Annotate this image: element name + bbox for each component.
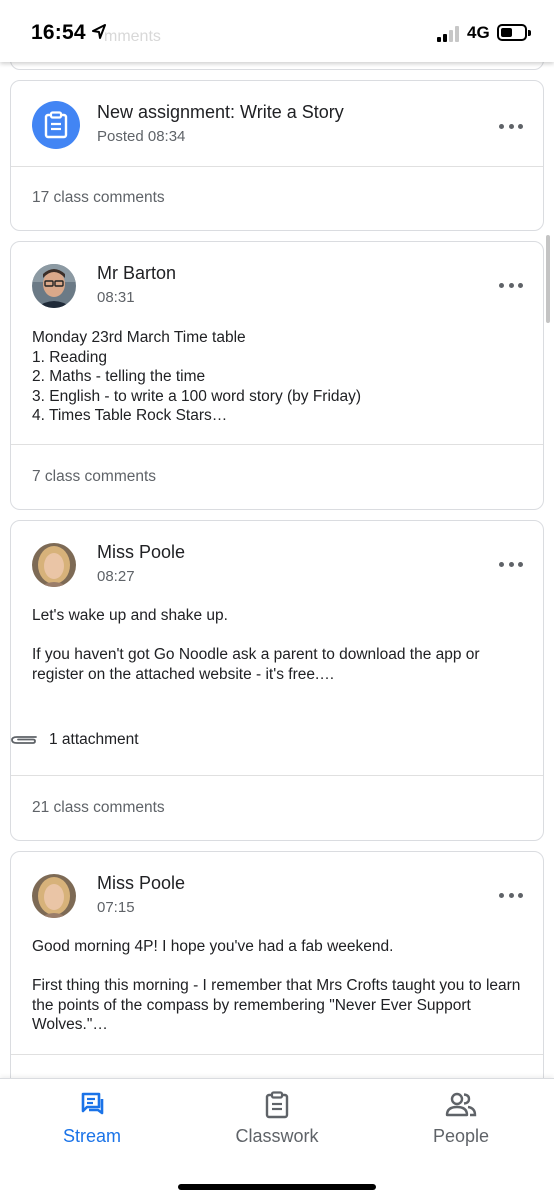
post-body: Let's wake up and shake up. If you haven… xyxy=(32,607,480,683)
post-author: Miss Poole xyxy=(97,873,186,893)
stream-icon xyxy=(81,1092,104,1115)
attachment-link[interactable]: 1 attachment xyxy=(49,731,139,749)
assignment-header: New assignment: Write a Story Posted 08:… xyxy=(11,81,543,171)
network-type: 4G xyxy=(467,23,490,42)
nav-label: Stream xyxy=(62,1126,122,1146)
post-card[interactable]: Miss Poole 08:27 Let's wake up and shake… xyxy=(10,520,544,841)
post-time: 08:31 xyxy=(97,289,135,306)
divider xyxy=(11,444,543,445)
post-card[interactable]: Mr Barton 08:31 Monday 23rd March Time t… xyxy=(10,241,544,510)
scrolled-text-fragment: mments xyxy=(104,28,161,45)
avatar xyxy=(32,874,76,918)
class-comments-link[interactable]: 21 class comments xyxy=(32,799,165,817)
post-body: Good morning 4P! I hope you've had a fab… xyxy=(32,938,521,1033)
divider xyxy=(11,166,543,167)
home-indicator[interactable] xyxy=(178,1184,376,1190)
assignment-title: New assignment: Write a Story xyxy=(97,102,344,122)
nav-stream[interactable]: Stream xyxy=(22,1079,162,1159)
post-body: Monday 23rd March Time table 1. Reading … xyxy=(32,329,362,424)
more-options-icon[interactable] xyxy=(499,278,523,292)
clock: 16:54 xyxy=(31,21,86,44)
location-arrow-icon xyxy=(92,24,106,39)
people-icon xyxy=(445,1092,477,1117)
more-options-icon[interactable] xyxy=(499,888,523,902)
avatar xyxy=(32,264,76,308)
battery-icon xyxy=(497,24,531,41)
bottom-navigation: Stream Classwork People xyxy=(0,1078,554,1200)
paperclip-icon xyxy=(11,736,37,744)
avatar xyxy=(32,543,76,587)
more-options-icon[interactable] xyxy=(499,557,523,571)
more-options-icon[interactable] xyxy=(499,119,523,133)
post-header: Miss Poole 07:15 xyxy=(11,852,543,942)
post-header: Mr Barton 08:31 xyxy=(11,242,543,332)
assignment-posted-time: Posted 08:34 xyxy=(97,128,186,145)
assignment-icon xyxy=(32,101,80,149)
cell-signal-icon xyxy=(437,26,463,42)
nav-label: Classwork xyxy=(235,1126,319,1146)
status-bar: mments 16:54 4G xyxy=(0,0,554,62)
post-header: Miss Poole 08:27 xyxy=(11,521,543,611)
nav-classwork[interactable]: Classwork xyxy=(207,1079,347,1159)
scrollbar[interactable] xyxy=(546,235,550,323)
post-author: Miss Poole xyxy=(97,542,186,562)
divider xyxy=(11,775,543,776)
nav-people[interactable]: People xyxy=(391,1079,531,1159)
nav-label: People xyxy=(432,1126,490,1146)
post-author: Mr Barton xyxy=(97,263,177,283)
post-time: 07:15 xyxy=(97,899,135,916)
class-comments-link[interactable]: 17 class comments xyxy=(32,189,165,207)
post-time: 08:27 xyxy=(97,568,135,585)
divider xyxy=(11,1054,543,1055)
class-comments-link[interactable]: 7 class comments xyxy=(32,468,156,486)
assignment-card[interactable]: New assignment: Write a Story Posted 08:… xyxy=(10,80,544,231)
classwork-icon xyxy=(265,1091,289,1119)
